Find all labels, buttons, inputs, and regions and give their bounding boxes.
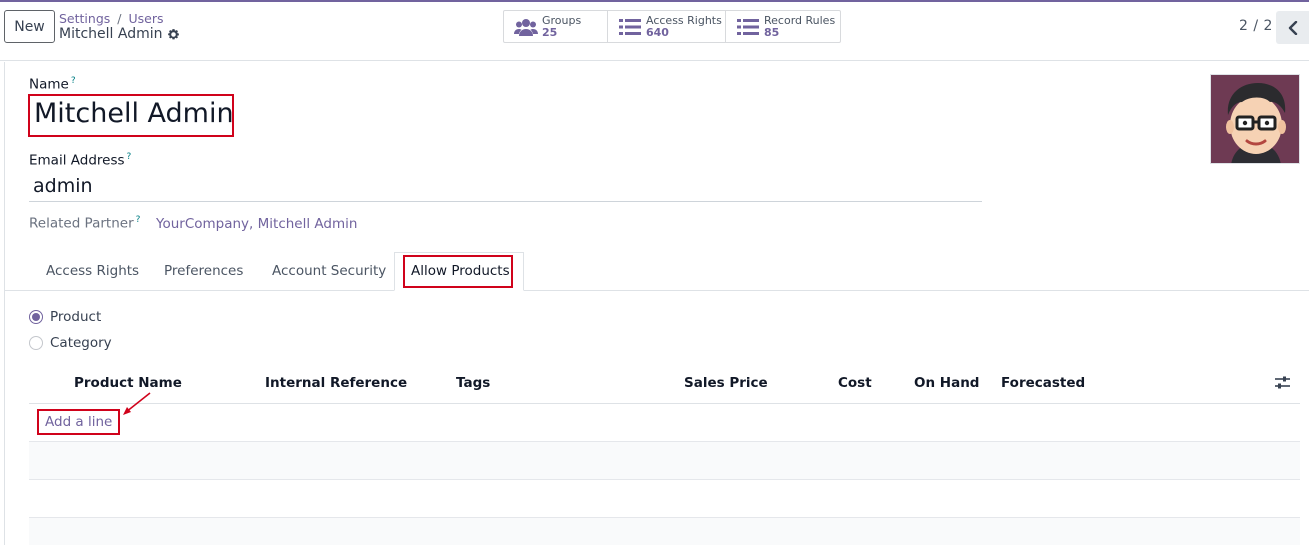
user-avatar-image: [1211, 75, 1299, 163]
name-help-icon[interactable]: ?: [71, 76, 76, 86]
column-on-hand[interactable]: On Hand: [914, 375, 979, 391]
radio-category-label[interactable]: Category: [50, 335, 112, 351]
table-row: [29, 518, 1300, 545]
email-label-text: Email Address: [29, 152, 125, 169]
pager-value[interactable]: 2 / 2: [1239, 18, 1273, 34]
radio-category[interactable]: [29, 336, 43, 350]
new-button[interactable]: New: [4, 10, 55, 43]
column-cost[interactable]: Cost: [838, 375, 872, 391]
related-partner-link[interactable]: YourCompany, Mitchell Admin: [156, 216, 357, 232]
table-row: [29, 442, 1300, 479]
tab-allow-products-label: Allow Products: [411, 263, 510, 279]
record-title-text: Mitchell Admin: [59, 26, 163, 42]
avatar[interactable]: [1210, 74, 1300, 164]
email-help-icon[interactable]: ?: [127, 152, 132, 162]
radio-product[interactable]: [29, 310, 43, 324]
name-label: Name?: [29, 76, 76, 93]
record-rules-count: 85: [764, 25, 780, 39]
name-label-text: Name: [29, 76, 69, 93]
smart-buttons: Groups 25 Access Rights 640 Record Rules…: [503, 10, 841, 43]
partner-help-icon[interactable]: ?: [136, 215, 141, 225]
tabs-divider: [5, 290, 1309, 291]
related-partner-label: Related Partner?: [29, 215, 140, 232]
tab-access-rights[interactable]: Access Rights: [46, 263, 139, 279]
table-row-divider: [29, 479, 1300, 480]
name-field[interactable]: Mitchell Admin: [34, 98, 234, 129]
add-line-link[interactable]: Add a line: [45, 414, 112, 430]
breadcrumb: Settings / Users: [59, 11, 164, 26]
tab-preferences[interactable]: Preferences: [164, 263, 243, 279]
pager-previous-button[interactable]: [1276, 11, 1309, 44]
tab-account-security[interactable]: Account Security: [272, 263, 386, 279]
related-partner-label-text: Related Partner: [29, 215, 134, 232]
email-field[interactable]: admin: [33, 175, 93, 197]
chevron-left-icon: [1288, 20, 1297, 35]
control-panel: New Settings / Users Mitchell Admin Groups: [0, 2, 1309, 61]
breadcrumb-separator: /: [117, 11, 122, 26]
users-icon: [514, 17, 538, 37]
table-header-divider: [29, 403, 1300, 404]
breadcrumb-users[interactable]: Users: [129, 11, 164, 26]
record-rules-smart-button[interactable]: Record Rules 85: [726, 11, 840, 42]
gear-icon[interactable]: [167, 28, 180, 41]
column-sales-price[interactable]: Sales Price: [684, 375, 768, 391]
annotation-arrow-icon: [123, 392, 151, 415]
column-tags[interactable]: Tags: [456, 375, 490, 391]
access-rights-count: 640: [646, 25, 669, 39]
groups-label: Groups: [542, 13, 582, 27]
email-label: Email Address?: [29, 152, 131, 169]
breadcrumb-settings[interactable]: Settings: [59, 11, 110, 26]
email-field-underline: [29, 201, 982, 202]
record-rules-label: Record Rules: [764, 13, 836, 27]
column-internal-reference[interactable]: Internal Reference: [265, 375, 407, 391]
list-icon: [736, 17, 760, 37]
access-rights-label: Access Rights: [646, 13, 722, 27]
access-rights-smart-button[interactable]: Access Rights 640: [608, 11, 726, 42]
list-icon: [618, 17, 642, 37]
column-forecasted[interactable]: Forecasted: [1001, 375, 1085, 391]
groups-count: 25: [542, 25, 558, 39]
column-product-name[interactable]: Product Name: [74, 375, 182, 391]
record-title: Mitchell Admin: [59, 26, 180, 42]
radio-product-label[interactable]: Product: [50, 309, 101, 325]
optional-columns-sliders-icon[interactable]: [1275, 376, 1290, 390]
groups-smart-button[interactable]: Groups 25: [504, 11, 608, 42]
